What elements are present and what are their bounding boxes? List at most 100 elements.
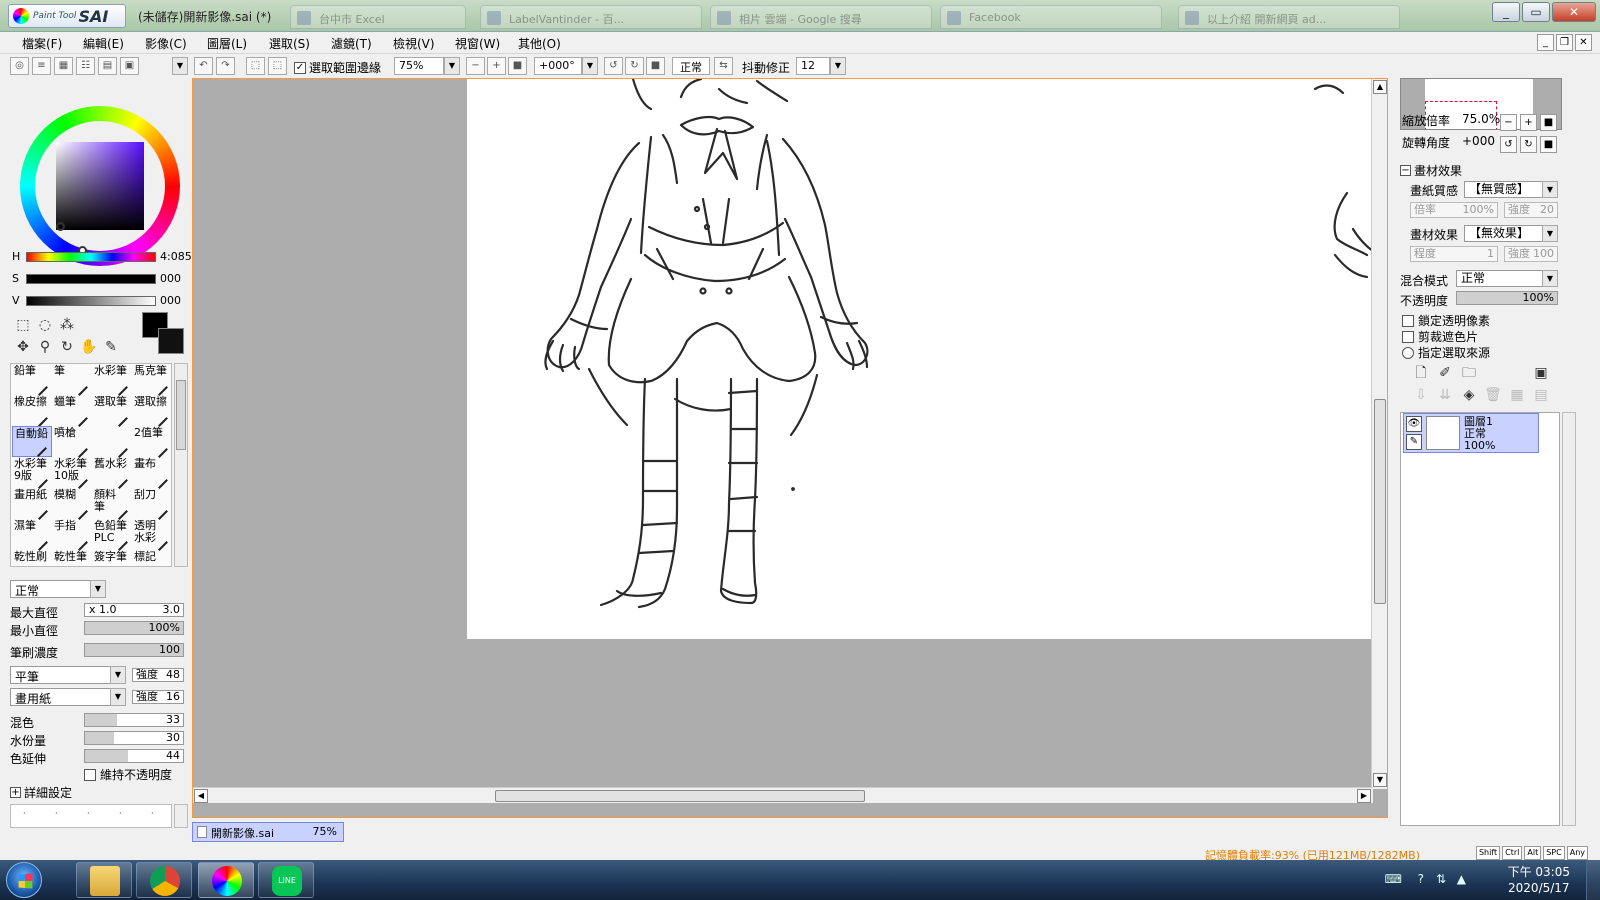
brush-wet[interactable]: 濕筆: [12, 519, 52, 551]
layer-mask-icon[interactable]: ▣: [1532, 364, 1550, 382]
menu-filter[interactable]: 濾鏡(T): [331, 35, 372, 52]
invert-selection-icon[interactable]: ⬚: [268, 57, 287, 75]
shape-strength-field[interactable]: 強度 48: [132, 668, 184, 682]
tray-clock[interactable]: 下午 03:05 2020/5/17: [1508, 864, 1570, 896]
value-slider[interactable]: [26, 296, 156, 306]
transfer-down-icon[interactable]: ⇩: [1412, 386, 1430, 404]
panel-menu-dropdown[interactable]: ▼: [172, 57, 188, 75]
sv-picker-handle[interactable]: [56, 222, 65, 231]
material-effect-section[interactable]: − 畫材效果: [1400, 162, 1462, 179]
brush-blur[interactable]: 模糊: [52, 488, 92, 520]
detail-settings-toggle[interactable]: + 詳細設定: [10, 784, 72, 801]
nav-rotate-left-icon[interactable]: ↺: [1500, 136, 1517, 153]
scrollbar-thumb[interactable]: [495, 790, 865, 802]
rotate-left-icon[interactable]: ↺: [604, 57, 623, 75]
background-browser-tab[interactable]: 相片 雲端 - Google 搜尋: [710, 5, 932, 29]
hand-icon[interactable]: ✋: [80, 338, 98, 356]
rotate-right-icon[interactable]: ↻: [625, 57, 644, 75]
zoom-tool-icon[interactable]: ⚲: [36, 338, 54, 356]
taskbar-line[interactable]: LINE: [258, 862, 314, 898]
brush-watercolor[interactable]: 水彩筆: [92, 364, 132, 396]
delete-layer-icon[interactable]: 🗑: [1484, 386, 1502, 404]
effect-dropdown[interactable]: ▼: [1542, 225, 1558, 242]
density-slider[interactable]: 100: [84, 643, 184, 657]
blend-mode-dropdown[interactable]: ▼: [90, 580, 106, 598]
nav-rotate-reset-icon[interactable]: ■: [1540, 136, 1557, 153]
merge-visible-icon[interactable]: ▤: [1532, 386, 1550, 404]
brush-eraser[interactable]: 橡皮擦: [12, 395, 52, 427]
rgb-slider-mode-icon[interactable]: ≡: [32, 57, 51, 75]
min-size-slider[interactable]: 100%: [84, 621, 184, 635]
menu-edit[interactable]: 編輯(E): [83, 35, 124, 52]
max-size-field[interactable]: x 1.0 3.0: [84, 603, 184, 617]
brush-grid-scrollbar[interactable]: [174, 363, 188, 567]
layer-opacity-slider[interactable]: 100%: [1456, 291, 1558, 305]
lock-transparency-checkbox[interactable]: 鎖定透明像素: [1402, 312, 1490, 329]
brush-bucket[interactable]: [92, 426, 132, 458]
taskbar-chrome[interactable]: [136, 862, 192, 898]
deselect-icon[interactable]: ⬚: [246, 57, 265, 75]
texture-strength-field[interactable]: 強度 16: [132, 690, 184, 704]
merge-down-icon[interactable]: ⇊: [1436, 386, 1454, 404]
brush-binary[interactable]: 2值筆: [132, 426, 171, 458]
layer-list-scrollbar[interactable]: [1562, 412, 1576, 826]
brush-sign-pen[interactable]: 簽字筆: [92, 550, 132, 566]
nav-zoom-reset-icon[interactable]: ■: [1540, 114, 1557, 131]
layer-row[interactable]: 👁 ✎ 圖層1 正常 100%: [1403, 413, 1539, 453]
scrollbar-thumb[interactable]: [176, 380, 186, 450]
menu-file[interactable]: 檔案(F): [22, 35, 62, 52]
clipping-mask-checkbox[interactable]: 剪裁遮色片: [1402, 328, 1478, 345]
zoom-select[interactable]: 75%: [394, 57, 444, 75]
dilution-slider[interactable]: 30: [84, 731, 184, 745]
lasso-icon[interactable]: ◌: [36, 316, 54, 334]
brush-texture-select[interactable]: 畫用紙: [10, 688, 126, 706]
brush-pen[interactable]: 筆: [52, 364, 92, 396]
taskbar-paint-tool-sai[interactable]: [198, 862, 254, 898]
brush-select-eraser[interactable]: 選取擦: [132, 395, 171, 427]
document-tab[interactable]: 開新影像.sai 75%: [192, 822, 344, 842]
network-icon[interactable]: ⇅: [1436, 872, 1446, 886]
show-desktop-button[interactable]: [1586, 860, 1600, 900]
brush-size-presets[interactable]: · · · · ·: [10, 804, 172, 828]
paper-strength-field[interactable]: 強度 20: [1504, 202, 1558, 218]
apply-mask-icon[interactable]: ▦: [1508, 386, 1526, 404]
zoom-in-icon[interactable]: +: [487, 57, 506, 75]
brush-paint[interactable]: 顏料 筆: [92, 488, 132, 520]
nav-zoom-in-icon[interactable]: +: [1520, 114, 1537, 131]
brush-auto-pencil[interactable]: 自動鉛: [12, 426, 52, 457]
zoom-out-icon[interactable]: −: [466, 57, 485, 75]
minimize-button[interactable]: _: [1492, 2, 1520, 22]
start-button[interactable]: [6, 862, 42, 898]
presets-scrollbar[interactable]: [174, 804, 188, 828]
brush-select-pen[interactable]: 選取筆: [92, 395, 132, 427]
eyedropper-icon[interactable]: ✎: [102, 338, 120, 356]
view-mode-button[interactable]: 正常: [672, 57, 710, 75]
brush-transparent-watercolor[interactable]: 透明 水彩: [132, 519, 171, 551]
saturation-value-square[interactable]: [56, 142, 144, 230]
new-linework-layer-icon[interactable]: ✐: [1436, 364, 1454, 382]
selection-edge-checkbox[interactable]: ✓ 選取範圍邊緣: [294, 59, 381, 76]
scrollbar-thumb[interactable]: [1374, 399, 1386, 604]
maximize-button[interactable]: ▭: [1522, 2, 1550, 22]
scroll-down-arrow[interactable]: ▼: [1373, 773, 1387, 787]
nav-rotate-right-icon[interactable]: ↻: [1520, 136, 1537, 153]
menu-other[interactable]: 其他(O): [518, 35, 561, 52]
effect-strength-field[interactable]: 強度 100: [1504, 246, 1558, 262]
background-browser-tab[interactable]: 以上介紹 開新網頁 ad...: [1178, 5, 1400, 29]
new-folder-icon[interactable]: 🗀: [1460, 364, 1478, 382]
brush-old-watercolor[interactable]: 舊水彩: [92, 457, 132, 489]
blending-slider[interactable]: 33: [84, 713, 184, 727]
nav-zoom-out-icon[interactable]: −: [1500, 114, 1517, 131]
eye-icon[interactable]: 👁: [1406, 416, 1422, 432]
close-button[interactable]: ✕: [1552, 2, 1596, 22]
persistence-slider[interactable]: 44: [84, 749, 184, 763]
tray-expand-icon[interactable]: ▲: [1457, 872, 1466, 886]
menu-view[interactable]: 檢視(V): [393, 35, 435, 52]
selection-source-radio[interactable]: 指定選取來源: [1402, 344, 1490, 361]
brush-watercolor-10[interactable]: 水彩筆 10版: [52, 457, 92, 489]
brush-watercolor-9[interactable]: 水彩筆 9版: [12, 457, 52, 489]
brush-marker-2[interactable]: 標記: [132, 550, 171, 566]
doc-minimize-button[interactable]: _: [1537, 34, 1554, 51]
brush-airbrush[interactable]: 噴槍: [52, 426, 92, 458]
zoom-reset-icon[interactable]: ■: [508, 57, 527, 75]
